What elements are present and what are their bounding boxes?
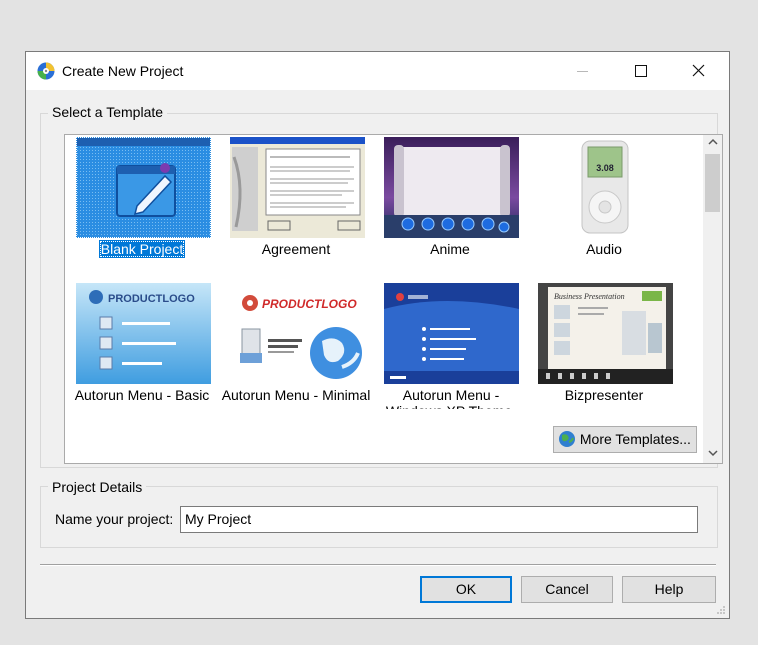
title-bar[interactable]: Create New Project [26, 52, 729, 90]
template-tile[interactable]: PRODUCTLOGO Autorun Menu - Minimal [219, 281, 373, 427]
product-logo-text: PRODUCTLOGO [262, 297, 357, 311]
scroll-thumb[interactable] [705, 154, 720, 212]
close-icon [692, 64, 705, 77]
project-name-field[interactable]: My Project [180, 506, 698, 533]
help-button[interactable]: Help [622, 576, 716, 603]
product-logo-text: PRODUCTLOGO [108, 293, 195, 305]
template-tile[interactable]: Blank Project [65, 135, 219, 281]
template-label: Blank Project [98, 240, 186, 258]
template-scrollbar[interactable] [703, 135, 722, 463]
maximize-icon [635, 65, 647, 77]
template-thumbnail: PRODUCTLOGO [230, 283, 365, 384]
template-tile[interactable]: Autorun Menu - Windows XP Theme [373, 281, 527, 427]
template-label: Anime [430, 241, 470, 257]
template-thumbnail: Business Presentation [538, 283, 673, 384]
template-thumbnail [230, 137, 365, 238]
template-label: Agreement [261, 241, 331, 257]
window-title: Create New Project [62, 63, 184, 79]
resize-grip-icon[interactable] [716, 605, 726, 615]
template-list[interactable]: Blank Project Agreement Anime 3.08 Audio… [64, 134, 723, 464]
template-label: Autorun Menu - Minimal [221, 387, 371, 403]
template-tile[interactable]: 3.08 Audio [527, 135, 681, 281]
pen-window-icon [77, 138, 210, 237]
template-tile[interactable]: Business Presentation Bizpresenter [527, 281, 681, 427]
template-thumbnail: PRODUCTLOGO [76, 283, 211, 384]
project-details-label: Project Details [48, 479, 147, 495]
project-name-label: Name your project: [55, 511, 174, 527]
audio-player-icon: 3.08 [581, 140, 629, 234]
template-label: Bizpresenter [564, 387, 644, 403]
cancel-button[interactable]: Cancel [521, 576, 613, 603]
minimize-icon [577, 71, 588, 72]
separator [40, 564, 716, 566]
ok-button[interactable]: OK [420, 576, 512, 603]
template-label: Autorun Menu - Windows XP Theme [386, 387, 512, 409]
more-templates-label: More Templates... [579, 431, 691, 447]
template-group-label: Select a Template [48, 104, 168, 120]
cd-disc-icon [37, 62, 55, 80]
template-thumbnail [76, 137, 211, 238]
scroll-down-icon[interactable] [703, 446, 722, 463]
minimize-button[interactable] [560, 52, 606, 90]
template-tile[interactable]: PRODUCTLOGO Autorun Menu - Basic [65, 281, 219, 427]
globe-icon [559, 431, 575, 447]
create-project-dialog: Create New Project Select a Template Bla… [25, 51, 730, 619]
more-templates-button[interactable]: More Templates... [553, 426, 697, 453]
template-thumbnail [384, 137, 519, 238]
project-name-value: My Project [185, 511, 252, 527]
close-button[interactable] [676, 52, 722, 90]
template-tile[interactable]: Agreement [219, 135, 373, 281]
template-thumbnail [384, 283, 519, 384]
audio-screen-time: 3.08 [596, 163, 614, 173]
template-label: Autorun Menu - Basic [74, 387, 210, 403]
scroll-up-icon[interactable] [703, 135, 722, 152]
template-tile[interactable]: Anime [373, 135, 527, 281]
template-thumbnail: 3.08 [538, 137, 673, 238]
biz-title-text: Business Presentation [554, 292, 625, 301]
maximize-button[interactable] [618, 52, 664, 90]
template-label: Audio [586, 241, 622, 257]
